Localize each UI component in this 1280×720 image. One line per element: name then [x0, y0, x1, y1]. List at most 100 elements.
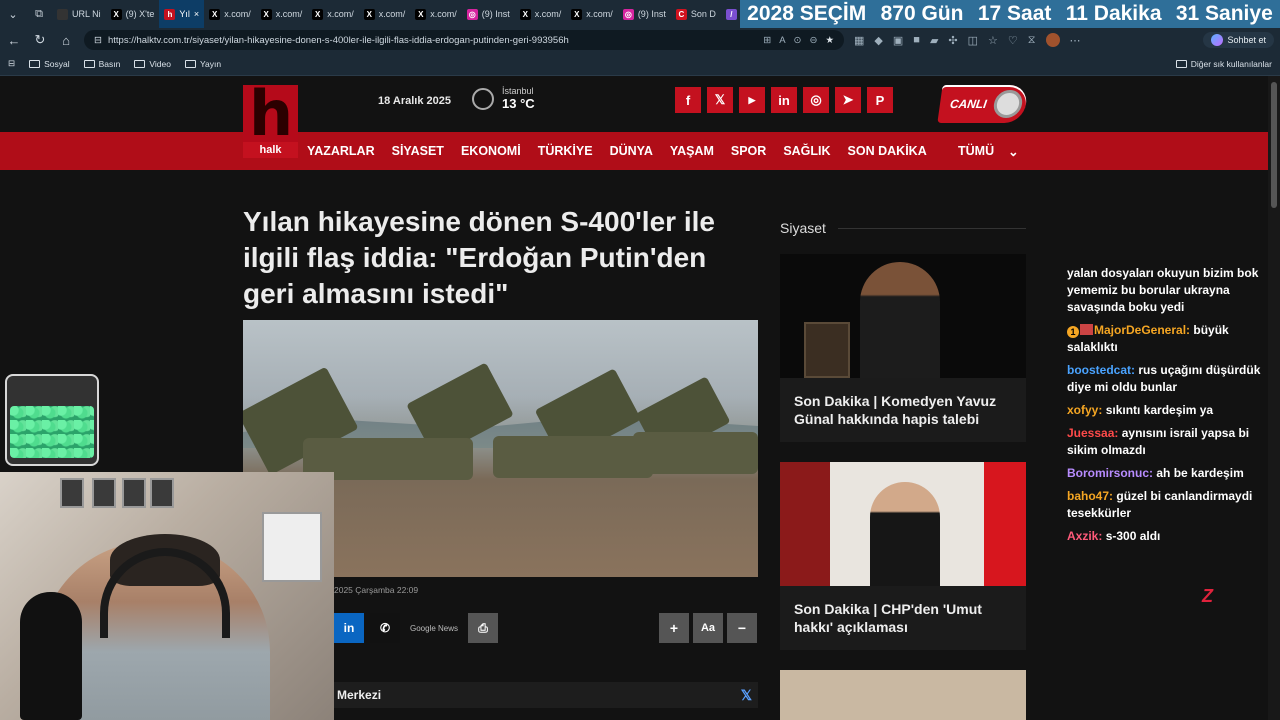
extension-2-icon[interactable]: ◆ [874, 34, 882, 47]
extension-icon[interactable]: ⊙ [794, 35, 802, 46]
x-twitter-icon[interactable]: 𝕏 [707, 87, 733, 113]
font-increase-icon[interactable]: + [659, 613, 689, 643]
article-headline: Yılan hikayesine dönen S-400'ler ile ilg… [243, 206, 715, 309]
font-reset-icon[interactable]: Aa [693, 613, 723, 643]
extension-3-icon[interactable]: ▣ [893, 34, 903, 47]
profile-avatar[interactable] [1045, 33, 1060, 47]
whatsapp-share-icon[interactable]: ✆ [370, 613, 400, 643]
divider [837, 227, 1026, 229]
halktv-logo[interactable]: h halk [243, 83, 298, 158]
countdown-year: 2028 [747, 2, 794, 25]
apps-icon[interactable]: ⊞ [763, 35, 771, 46]
nav-item[interactable]: YAŞAM [670, 144, 714, 158]
read-aloud-icon[interactable]: A [779, 35, 785, 46]
browser-tab[interactable]: Xx.com/ [566, 0, 618, 28]
font-decrease-icon[interactable]: − [727, 613, 757, 643]
print-icon[interactable]: ⎙ [468, 613, 499, 643]
pinterest-icon[interactable]: P [867, 87, 893, 113]
tab-favicon-icon: ◎ [622, 8, 634, 20]
facebook-icon[interactable]: f [675, 87, 701, 113]
browser-tab[interactable]: URL Ni [52, 0, 106, 28]
nav-item[interactable]: SİYASET [392, 144, 444, 158]
browser-tab[interactable]: Xx.com/ [256, 0, 308, 28]
nav-item[interactable]: SAĞLIK [783, 144, 830, 158]
chat-username[interactable]: boostedcat: [1067, 363, 1135, 377]
card-caption: Son Dakika | Komedyen Yavuz Günal hakkın… [794, 393, 997, 427]
bookmark-folder-yayin[interactable]: Yayın [184, 58, 222, 69]
font-size-tools: + Aa − [659, 613, 757, 643]
nav-item[interactable]: TÜRKİYE [538, 144, 593, 158]
chat-username[interactable]: Boromirsonuc: [1067, 466, 1153, 480]
google-news-link[interactable]: Google News [406, 624, 462, 633]
bookmark-folder-sosyal[interactable]: Sosyal [29, 59, 70, 69]
workspaces-icon[interactable]: ⧉ [26, 0, 52, 28]
linkedin-share-icon[interactable]: in [334, 613, 364, 643]
nav-item[interactable]: YAZARLAR [307, 144, 375, 158]
instagram-icon[interactable]: ◎ [803, 87, 829, 113]
youtube-icon[interactable]: ▶ [739, 87, 765, 113]
favorite-star-icon[interactable]: ★ [825, 35, 834, 46]
x-icon[interactable]: 𝕏 [741, 687, 752, 704]
zoom-icon[interactable]: ⊖ [810, 35, 818, 46]
extension-4-icon[interactable]: ■ [913, 34, 920, 46]
browser-tab[interactable]: Xx.com/ [204, 0, 256, 28]
nav-item[interactable]: EKONOMİ [461, 144, 521, 158]
launcher-truck [493, 436, 653, 478]
follow-bar[interactable]: Merkezi 𝕏 [334, 682, 758, 708]
tab-list: URL Ni X (9) X'te h Yıl × Xx.com/Xx.com/Xx.com… [52, 0, 807, 28]
favorites-icon[interactable]: ☆ [988, 34, 998, 47]
close-tab-icon[interactable]: × [194, 9, 199, 19]
linkedin-icon[interactable]: in [771, 87, 797, 113]
bookmark-label: Basın [98, 58, 121, 69]
tab-favicon-icon: X [260, 8, 272, 20]
site-info-icon[interactable]: ⊟ [94, 35, 102, 46]
browser-tab[interactable]: Xx.com/ [515, 0, 567, 28]
browser-tab[interactable]: X (9) X'te [106, 0, 160, 28]
bookmark-folder-video[interactable]: Video [134, 59, 171, 69]
browser-tab[interactable]: Xx.com/ [307, 0, 359, 28]
browser-tab[interactable]: h Yıl × [159, 0, 205, 28]
tab-favicon-icon: C [675, 8, 687, 20]
history-icon[interactable]: ⧖ [1028, 34, 1036, 47]
split-screen-icon[interactable]: ◫ [968, 34, 978, 47]
sidebar-news-card[interactable] [780, 670, 1026, 720]
all-categories-dropdown[interactable]: TÜMÜ ⌄ [958, 132, 1019, 170]
chat-username[interactable]: Axzik: [1067, 529, 1102, 543]
nav-item[interactable]: DÜNYA [610, 144, 653, 158]
telegram-icon[interactable]: ➤ [835, 87, 861, 113]
browser-tab[interactable]: C Son D [671, 0, 721, 28]
collections-icon[interactable]: ♡ [1008, 34, 1018, 47]
chat-button[interactable]: Sohbet et [1203, 32, 1274, 48]
sidebar-news-card[interactable]: Son Dakika | Komedyen Yavuz Günal hakkın… [780, 254, 1026, 442]
extension-1-icon[interactable]: ▦ [854, 34, 864, 47]
bookmark-folder-basin[interactable]: Basın [83, 58, 121, 69]
chat-username[interactable]: Juessaa: [1067, 426, 1118, 440]
scrollbar-thumb[interactable] [1271, 82, 1277, 208]
live-broadcast-button[interactable]: CANLI [937, 85, 1029, 123]
extension-5-icon[interactable]: ▰ [930, 34, 938, 47]
current-date: 18 Aralık 2025 [378, 95, 451, 107]
other-bookmarks[interactable]: Diğer sık kullanılanlar [1175, 59, 1272, 69]
chat-username[interactable]: xofyy: [1067, 403, 1102, 417]
url-field[interactable]: ⊟ https://halktv.com.tr/siyaset/yilan-hi… [84, 30, 844, 50]
chat-username[interactable]: MajorDeGeneral: [1094, 323, 1190, 337]
more-menu-icon[interactable]: ⋯ [1070, 34, 1081, 47]
back-icon[interactable]: ← [6, 33, 22, 48]
nav-item[interactable]: SPOR [731, 144, 766, 158]
browser-tab[interactable]: Xx.com/ [359, 0, 411, 28]
wall-frame [122, 478, 146, 508]
browser-tab[interactable]: ◎ (9) Inst [618, 0, 671, 28]
chat-username[interactable]: baho47: [1067, 489, 1113, 503]
sidebar-toggle-icon[interactable]: ⊟ [8, 58, 15, 69]
extensions-puzzle-icon[interactable]: ✣ [948, 34, 957, 47]
wall-frame [92, 478, 116, 508]
nav-item[interactable]: SON DAKİKA [848, 144, 927, 158]
browser-tab[interactable]: Xx.com/ [410, 0, 462, 28]
sidebar-news-card[interactable]: Son Dakika | CHP'den 'Umut hakkı' açıkla… [780, 462, 1026, 650]
browser-tab[interactable]: ◎ (9) Inst [462, 0, 515, 28]
home-icon[interactable]: ⌂ [58, 33, 74, 48]
reload-icon[interactable]: ↻ [32, 32, 48, 48]
tab-favicon-icon: X [519, 8, 531, 20]
tab-actions-menu-icon[interactable]: ⌄ [0, 0, 26, 28]
bookmark-label: Yayın [199, 58, 222, 69]
